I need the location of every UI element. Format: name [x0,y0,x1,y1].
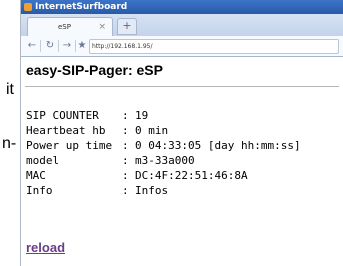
tab-title: eSP [58,23,71,31]
reload-link[interactable]: reload [26,240,65,255]
info-separator: : [122,154,129,167]
info-value: 0 04:33:05 [day hh:mm:ss] [135,139,301,152]
window-title: InternetSurfboard [35,2,128,12]
info-separator: : [122,109,129,122]
info-row: SIP COUNTER [26,108,112,123]
info-separator: : [122,124,129,137]
browser-window: InternetSurfboard eSP × + ← ↻ → ★ http:/… [21,0,343,266]
nav-divider [58,40,59,52]
info-table: SIP COUNTER Heartbeat hb Power up time m… [26,108,112,198]
info-key: Power up time [26,139,113,152]
background-text-n: n- [2,135,17,152]
info-value: DC:4F:22:51:46:8A [135,169,248,182]
info-separator: : [122,139,129,152]
bookmark-star-icon[interactable]: ★ [75,39,89,52]
forward-icon[interactable]: → [60,39,74,52]
info-row: MAC [26,168,112,183]
info-value: 0 min [135,124,169,137]
info-key: Heartbeat hb [26,124,106,137]
page-heading: easy-SIP-Pager: eSP [26,62,163,78]
info-separator: : [122,169,129,182]
info-separator-column: : : : : : : [122,108,129,198]
tab-esp[interactable]: eSP × [27,17,113,37]
info-key: Info [26,184,53,197]
info-key: model [26,154,60,167]
info-separator: : [122,184,129,197]
info-row: Info [26,183,112,198]
app-icon [24,3,32,11]
tab-strip: eSP × + [21,14,343,37]
info-row: Power up time [26,138,112,153]
address-bar[interactable]: http://192.168.1.95/ [89,39,339,54]
info-key: MAC [26,169,46,182]
close-icon[interactable]: × [98,18,106,37]
info-value-column: 19 0 min 0 04:33:05 [day hh:mm:ss] m3-33… [135,108,301,198]
navigation-bar: ← ↻ → ★ http://192.168.1.95/ [21,36,343,57]
new-tab-button[interactable]: + [117,18,137,35]
background-text-it: it [6,81,14,98]
title-bar[interactable]: InternetSurfboard [21,0,343,14]
info-value: Infos [135,184,169,197]
info-key: SIP COUNTER [26,109,99,122]
page-content: easy-SIP-Pager: eSP SIP COUNTER Heartbea… [21,58,343,266]
refresh-icon[interactable]: ↻ [43,39,57,52]
info-row: model [26,153,112,168]
nav-divider [40,40,41,52]
horizontal-rule [25,86,339,87]
info-value: 19 [135,109,149,122]
back-icon[interactable]: ← [25,39,39,52]
info-value: m3-33a000 [135,154,195,167]
info-row: Heartbeat hb [26,123,112,138]
